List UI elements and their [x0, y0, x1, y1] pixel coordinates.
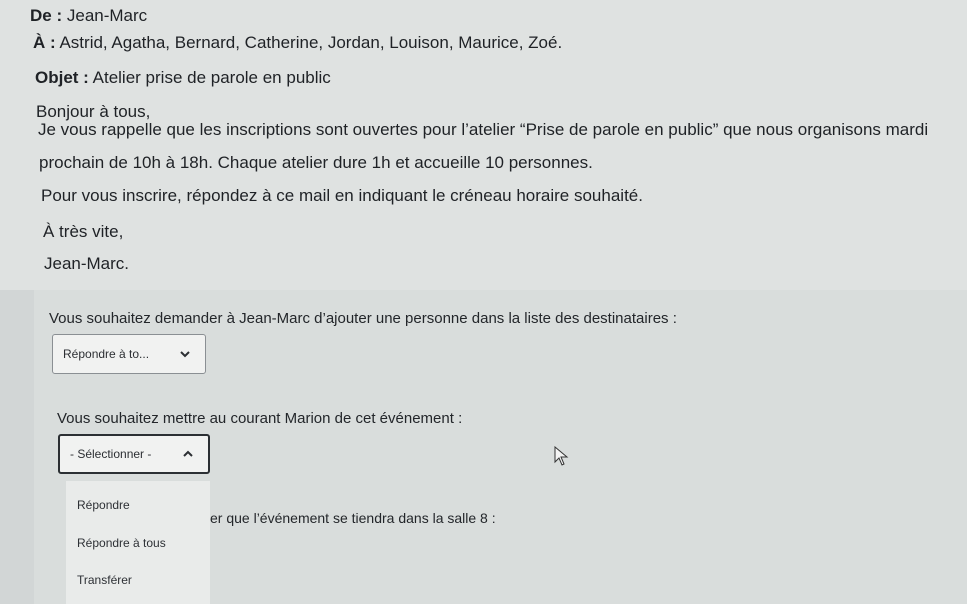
body-line-2: prochain de 10h à 18h. Chaque atelier du…: [39, 153, 593, 172]
chevron-down-icon: [180, 351, 190, 358]
option-reply[interactable]: Répondre: [77, 498, 130, 512]
reply-select-2-value: - Sélectionner -: [70, 447, 152, 461]
reply-select-1-value: Répondre à to...: [63, 347, 150, 361]
subject-line: Objet : Atelier prise de parole en publi…: [35, 68, 331, 88]
greeting: Bonjour à tous,: [36, 102, 151, 121]
from-label: De :: [30, 6, 63, 25]
to-line: À : Astrid, Agatha, Bernard, Catherine, …: [33, 33, 562, 53]
subject-value: Atelier prise de parole en public: [92, 68, 331, 87]
chevron-up-icon: [183, 450, 193, 457]
to-value: Astrid, Agatha, Bernard, Catherine, Jord…: [59, 33, 563, 52]
body-line-3: Pour vous inscrire, répondez à ce mail e…: [41, 186, 643, 205]
option-reply-all[interactable]: Répondre à tous: [77, 536, 166, 550]
to-label: À :: [33, 33, 56, 52]
email-message: De : Jean-Marc À : Astrid, Agatha, Berna…: [0, 0, 967, 290]
subject-label: Objet :: [35, 68, 89, 87]
reply-select-2-options: Répondre Répondre à tous Transférer: [66, 481, 210, 604]
question-2: Vous souhaitez mettre au courant Marion …: [57, 410, 463, 427]
reply-select-1[interactable]: Répondre à to...: [52, 334, 206, 374]
from-value: Jean-Marc: [66, 6, 148, 25]
question-3-partial: er que l’événement se tiendra dans la sa…: [210, 510, 496, 526]
mouse-pointer-icon: [554, 446, 569, 466]
option-forward[interactable]: Transférer: [77, 573, 132, 587]
closing: À très vite,: [43, 222, 124, 241]
from-line: De : Jean-Marc: [30, 6, 147, 26]
body-line-1: Je vous rappelle que les inscriptions so…: [38, 120, 929, 139]
question-1: Vous souhaitez demander à Jean-Marc d’aj…: [49, 310, 677, 327]
reply-select-2[interactable]: - Sélectionner -: [58, 434, 210, 474]
signature: Jean-Marc.: [44, 254, 130, 273]
